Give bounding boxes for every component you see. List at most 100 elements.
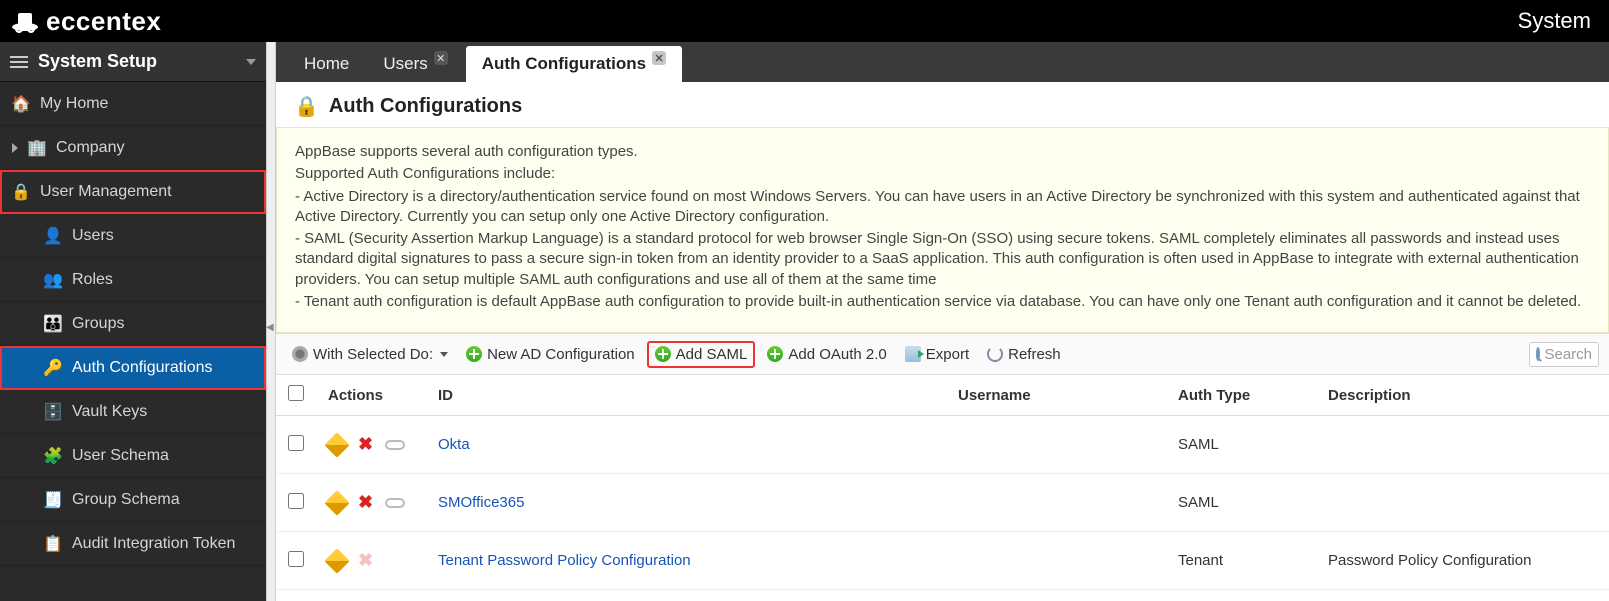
button-label: Export	[926, 346, 969, 363]
tab-home[interactable]: Home	[288, 46, 365, 82]
row-checkbox[interactable]	[288, 551, 304, 567]
button-label: New AD Configuration	[487, 346, 635, 363]
sidebar-item-users[interactable]: 👤 Users	[0, 214, 266, 258]
search-input[interactable]: Search	[1529, 342, 1599, 367]
sidebar-nav: 🏠 My Home 🏢 Company 🔒 User Management 👤 …	[0, 82, 266, 566]
toolbar: With Selected Do: New AD Configuration A…	[276, 333, 1609, 375]
row-checkbox[interactable]	[288, 435, 304, 451]
sidebar-item-vault-keys[interactable]: 🗄️ Vault Keys	[0, 390, 266, 434]
sidebar-item-label: Company	[56, 139, 124, 157]
col-actions: Actions	[316, 375, 426, 416]
brand-logo: eccentex	[10, 6, 161, 37]
sidebar-item-label: Vault Keys	[72, 403, 147, 421]
add-saml-button[interactable]: Add SAML	[647, 341, 756, 368]
delete-icon[interactable]: ✖	[358, 492, 373, 513]
sidebar-item-label: Audit Integration Token	[72, 535, 235, 553]
export-icon	[905, 346, 921, 362]
sidebar-splitter[interactable]	[266, 42, 276, 601]
role-icon: 👥	[44, 271, 62, 289]
topbar: eccentex System	[0, 0, 1609, 42]
sidebar-item-auth-configurations[interactable]: 🔑 Auth Configurations	[0, 346, 266, 390]
row-description: Password Policy Configuration	[1316, 532, 1609, 590]
row-id-link[interactable]: SMOffice365	[438, 494, 524, 511]
gear-icon	[292, 346, 308, 362]
edit-icon[interactable]	[324, 432, 349, 457]
user-icon: 👤	[44, 227, 62, 245]
company-icon: 🏢	[28, 139, 46, 157]
edit-icon[interactable]	[324, 490, 349, 515]
sidebar-item-user-management[interactable]: 🔒 User Management	[0, 170, 266, 214]
main-panel: Home Users ✕ Auth Configurations ✕ 🔒 Aut…	[276, 42, 1609, 601]
sidebar-item-label: Users	[72, 227, 114, 245]
info-line: - SAML (Security Assertion Markup Langua…	[295, 229, 1590, 290]
search-placeholder: Search	[1544, 346, 1592, 363]
table-row: ✖ SMOffice365 SAML	[276, 474, 1609, 532]
close-icon[interactable]: ✕	[652, 51, 666, 65]
plus-icon	[767, 346, 783, 362]
link-icon[interactable]	[385, 498, 405, 508]
sidebar-item-label: Auth Configurations	[72, 359, 213, 377]
refresh-button[interactable]: Refresh	[981, 343, 1067, 366]
key-icon: 🔑	[44, 359, 62, 377]
sidebar-item-my-home[interactable]: 🏠 My Home	[0, 82, 266, 126]
row-username	[946, 416, 1166, 474]
col-description: Description	[1316, 375, 1609, 416]
with-selected-dropdown[interactable]: With Selected Do:	[286, 343, 454, 366]
home-icon: 🏠	[12, 95, 30, 113]
button-label: Add OAuth 2.0	[788, 346, 886, 363]
sidebar-item-label: My Home	[40, 95, 108, 113]
row-id-link[interactable]: Tenant Password Policy Configuration	[438, 552, 691, 569]
lock-icon: 🔒	[12, 183, 30, 201]
tab-bar: Home Users ✕ Auth Configurations ✕	[276, 42, 1609, 82]
plus-icon	[655, 346, 671, 362]
row-description	[1316, 416, 1609, 474]
sidebar-header[interactable]: System Setup	[0, 42, 266, 82]
info-line: - Active Directory is a directory/authen…	[295, 187, 1590, 228]
userschema-icon: 🧩	[44, 447, 62, 465]
link-icon[interactable]	[385, 440, 405, 450]
auth-config-table: Actions ID Username Auth Type Descriptio…	[276, 375, 1609, 590]
page-title-text: Auth Configurations	[329, 95, 522, 118]
row-auth-type: SAML	[1166, 474, 1316, 532]
system-link[interactable]: System	[1518, 8, 1591, 34]
add-oauth-button[interactable]: Add OAuth 2.0	[761, 343, 892, 366]
sidebar-item-audit-integration-token[interactable]: 📋 Audit Integration Token	[0, 522, 266, 566]
vault-icon: 🗄️	[44, 403, 62, 421]
sidebar-item-label: Roles	[72, 271, 113, 289]
sidebar-title: System Setup	[38, 51, 157, 72]
with-selected-label: With Selected Do:	[313, 346, 433, 363]
sidebar-item-company[interactable]: 🏢 Company	[0, 126, 266, 170]
sidebar-item-roles[interactable]: 👥 Roles	[0, 258, 266, 302]
table-row: ✖ Tenant Password Policy Configuration T…	[276, 532, 1609, 590]
info-line: - Tenant auth configuration is default A…	[295, 292, 1590, 312]
export-button[interactable]: Export	[899, 343, 975, 366]
info-line: Supported Auth Configurations include:	[295, 164, 1590, 184]
select-all-checkbox[interactable]	[288, 385, 304, 401]
new-ad-configuration-button[interactable]: New AD Configuration	[460, 343, 641, 366]
col-username: Username	[946, 375, 1166, 416]
row-checkbox[interactable]	[288, 493, 304, 509]
edit-icon[interactable]	[324, 548, 349, 573]
expand-icon	[12, 143, 18, 153]
audit-icon: 📋	[44, 535, 62, 553]
close-icon[interactable]: ✕	[434, 51, 448, 65]
row-username	[946, 532, 1166, 590]
delete-icon-disabled: ✖	[358, 550, 373, 571]
delete-icon[interactable]: ✖	[358, 434, 373, 455]
sidebar-item-user-schema[interactable]: 🧩 User Schema	[0, 434, 266, 478]
plus-icon	[466, 346, 482, 362]
table-row: ✖ Okta SAML	[276, 416, 1609, 474]
col-id: ID	[426, 375, 946, 416]
sidebar-item-label: Group Schema	[72, 491, 180, 509]
sidebar-item-group-schema[interactable]: 🧾 Group Schema	[0, 478, 266, 522]
sidebar-item-label: User Schema	[72, 447, 169, 465]
button-label: Refresh	[1008, 346, 1061, 363]
sidebar-item-label: Groups	[72, 315, 124, 333]
tab-auth-configurations[interactable]: Auth Configurations ✕	[466, 46, 682, 82]
row-id-link[interactable]: Okta	[438, 436, 470, 453]
info-line: AppBase supports several auth configurat…	[295, 142, 1590, 162]
tab-users[interactable]: Users ✕	[367, 46, 463, 82]
caret-down-icon	[440, 352, 448, 357]
sidebar-item-groups[interactable]: 👪 Groups	[0, 302, 266, 346]
caret-down-icon	[246, 59, 256, 65]
